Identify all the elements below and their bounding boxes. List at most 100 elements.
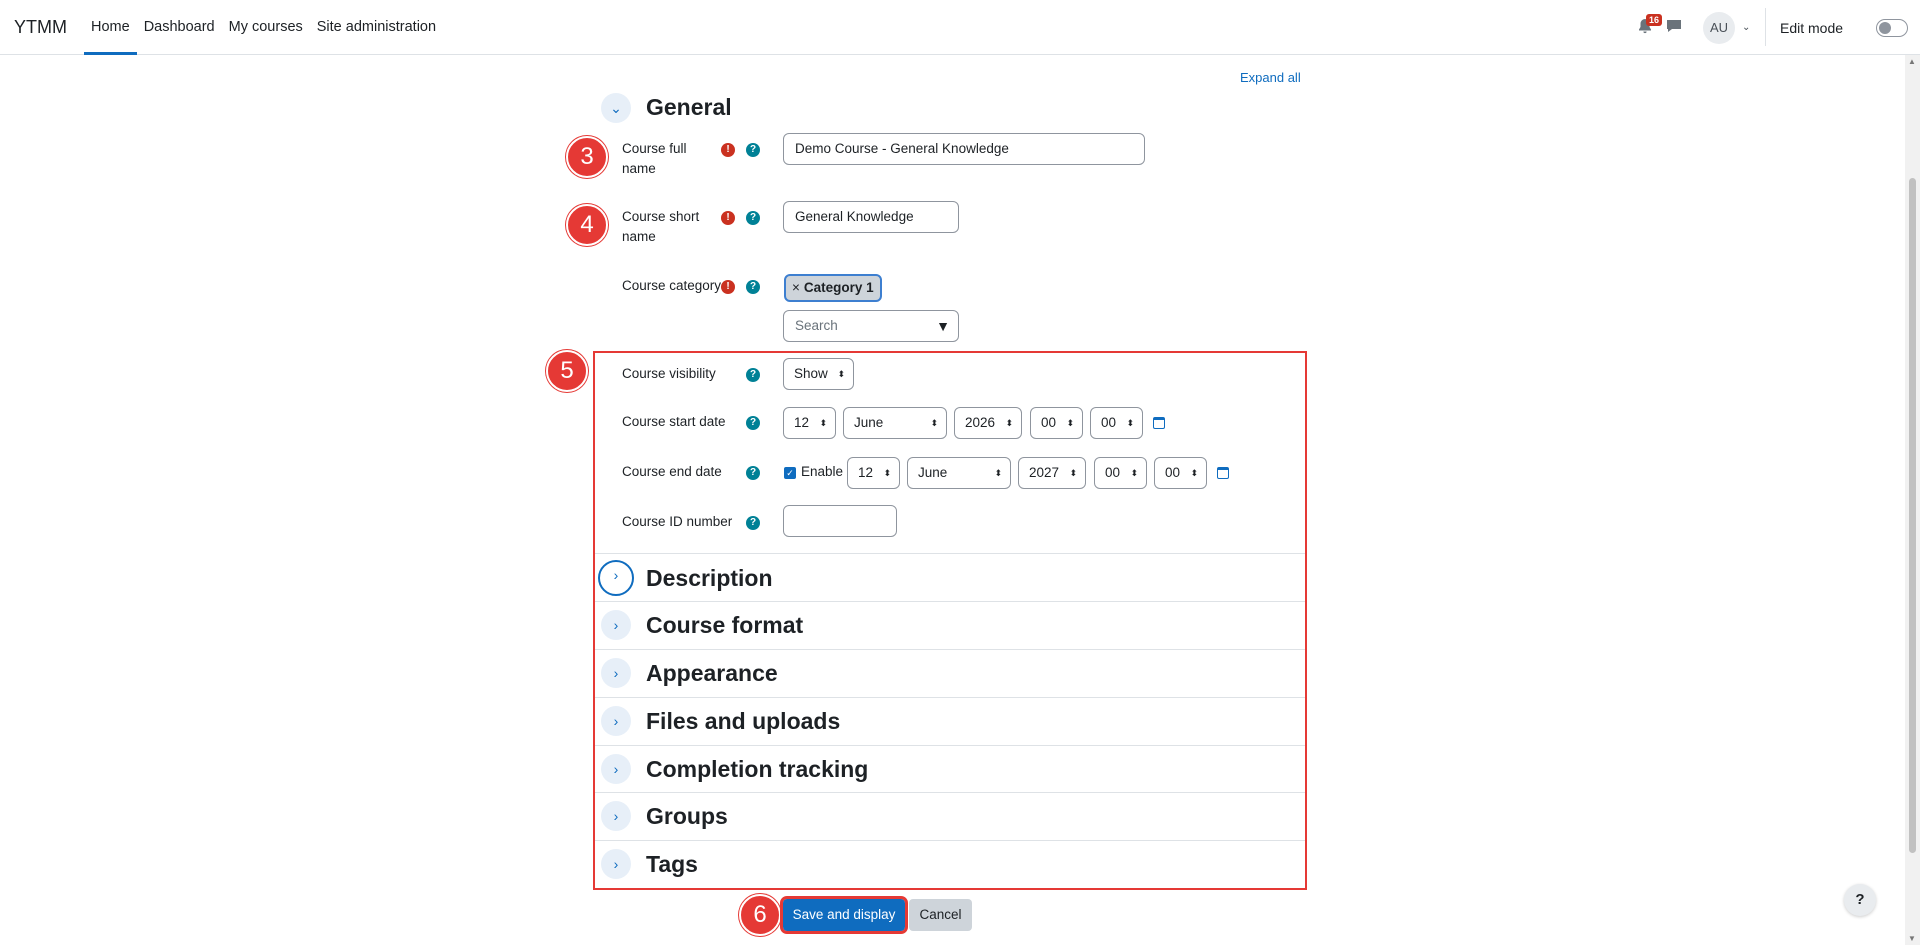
help-icon[interactable]: ? [746,368,760,382]
site-brand[interactable]: YTMM [14,17,67,38]
notification-count-badge: 16 [1646,14,1663,26]
help-button[interactable]: ? [1844,884,1876,916]
start-day-select[interactable]: 12 ⬍ [783,407,836,439]
category-tag-label: Category 1 [803,280,874,295]
chevron-down-icon: ⌄ [610,100,622,116]
help-icon[interactable]: ? [746,211,760,225]
end-day-select[interactable]: 12 ⬍ [847,457,900,489]
nav-home[interactable]: Home [84,0,137,55]
section-divider [595,792,1305,793]
select-arrows-icon: ⬍ [1126,418,1134,428]
section-title-completion-tracking[interactable]: Completion tracking [646,756,868,783]
annotation-marker-3: 3 [566,136,608,178]
section-divider [595,601,1305,602]
edit-mode-label: Edit mode [1780,20,1844,36]
start-month-value: June [854,415,884,430]
course-full-name-input[interactable]: Demo Course - General Knowledge [783,133,1145,165]
section-divider [595,553,1305,554]
nav-my-courses[interactable]: My courses [222,0,310,55]
category-search-input[interactable]: Search ▼ [783,310,959,342]
end-day-value: 12 [858,465,874,480]
scroll-up-icon[interactable]: ▲ [1908,57,1916,66]
chevron-right-icon: › [613,713,619,729]
end-hour-value: 00 [1105,465,1121,480]
category-tag[interactable]: × Category 1 [784,274,882,302]
scroll-down-icon[interactable]: ▼ [1908,934,1916,943]
end-date-enable-label: Enable [801,464,844,479]
section-title-files-and-uploads[interactable]: Files and uploads [646,708,840,735]
close-icon[interactable]: × [792,280,800,295]
chevron-down-icon[interactable]: ⌄ [1742,22,1750,33]
tags-section-toggle[interactable]: › [601,849,631,879]
course-short-name-label: Course short name [622,209,700,244]
groups-section-toggle[interactable]: › [601,801,631,831]
nav-dashboard[interactable]: Dashboard [137,0,222,55]
end-year-select[interactable]: 2027 ⬍ [1018,457,1086,489]
chevron-right-icon: › [613,665,619,681]
select-arrows-icon: ⬍ [819,418,827,428]
select-arrows-icon: ⬍ [1005,418,1013,428]
section-title-tags[interactable]: Tags [646,851,698,878]
help-icon[interactable]: ? [746,466,760,480]
course-visibility-select[interactable]: Show ⬍ [783,358,854,390]
end-minute-select[interactable]: 00 ⬍ [1154,457,1207,489]
start-day-value: 12 [794,415,810,430]
general-section-toggle[interactable]: ⌄ [601,93,631,123]
dropdown-arrow-icon[interactable]: ▼ [936,311,950,341]
appearance-section-toggle[interactable]: › [601,658,631,688]
start-hour-value: 00 [1041,415,1057,430]
section-title-description[interactable]: Description [646,565,773,592]
course-visibility-label: Course visibility [622,366,716,381]
end-month-select[interactable]: June ⬍ [907,457,1011,489]
start-month-select[interactable]: June ⬍ [843,407,947,439]
course-full-name-label: Course full name [622,141,687,176]
section-title-appearance[interactable]: Appearance [646,660,778,687]
course-short-name-input[interactable]: General Knowledge [783,201,959,233]
course-end-date-label: Course end date [622,464,722,479]
annotation-marker-4: 4 [566,204,608,246]
files-and-uploads-section-toggle[interactable]: › [601,706,631,736]
calendar-icon[interactable] [1217,467,1229,479]
navbar-divider [1765,8,1766,46]
chevron-right-icon: › [613,808,619,824]
help-icon[interactable]: ? [746,516,760,530]
select-arrows-icon: ⬍ [837,369,845,379]
edit-mode-toggle[interactable] [1876,19,1908,37]
course-format-section-toggle[interactable]: › [601,610,631,640]
select-arrows-icon: ⬍ [994,468,1002,478]
cancel-button[interactable]: Cancel [909,899,972,931]
category-search-placeholder: Search [795,318,838,333]
completion-tracking-section-toggle[interactable]: › [601,754,631,784]
end-year-value: 2027 [1029,465,1060,480]
required-icon: ! [721,143,735,157]
start-year-select[interactable]: 2026 ⬍ [954,407,1022,439]
start-minute-select[interactable]: 00 ⬍ [1090,407,1143,439]
end-hour-select[interactable]: 00 ⬍ [1094,457,1147,489]
help-icon[interactable]: ? [746,280,760,294]
start-minute-value: 00 [1101,415,1117,430]
messages-icon[interactable] [1666,19,1682,33]
user-avatar[interactable]: AU [1703,12,1735,44]
calendar-icon[interactable] [1153,417,1165,429]
section-title-groups[interactable]: Groups [646,803,728,830]
expand-all-link[interactable]: Expand all [1240,70,1301,85]
course-visibility-value: Show [794,366,828,381]
course-category-label: Course category [622,278,722,293]
nav-site-administration[interactable]: Site administration [310,0,443,55]
select-arrows-icon: ⬍ [1190,468,1198,478]
annotation-marker-6: 6 [739,894,781,936]
scrollbar-thumb[interactable] [1909,178,1916,853]
help-icon[interactable]: ? [746,143,760,157]
section-title-course-format[interactable]: Course format [646,612,803,639]
save-and-display-button[interactable]: Save and display [780,896,908,934]
course-id-number-input[interactable] [783,505,897,537]
primary-navigation: Home Dashboard My courses Site administr… [84,0,443,55]
description-section-toggle[interactable]: › [598,560,634,596]
course-start-date-label: Course start date [622,414,726,429]
section-divider [595,745,1305,746]
end-date-enable-checkbox[interactable]: ✓ [784,467,796,479]
section-title-general: General [646,94,732,120]
start-hour-select[interactable]: 00 ⬍ [1030,407,1083,439]
help-icon[interactable]: ? [746,416,760,430]
page-scrollbar[interactable]: ▲ ▼ [1905,55,1920,945]
